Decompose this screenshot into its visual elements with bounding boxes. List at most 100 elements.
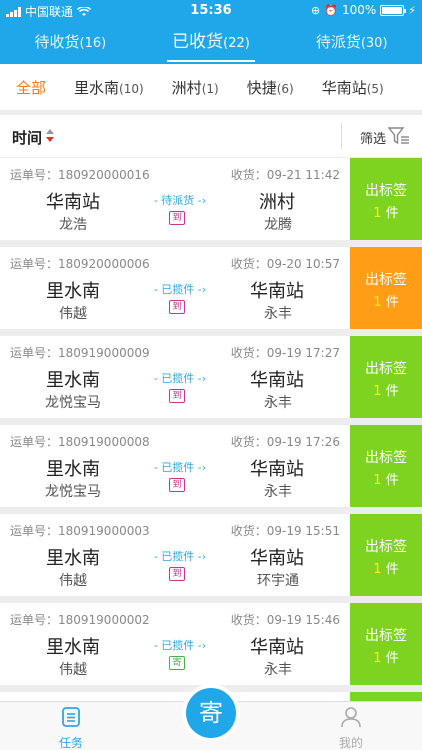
- receiver: 永丰: [264, 306, 292, 322]
- status-bar: 中国联通 15:36 ⊕ ⏰ 100% ⚡: [0, 0, 422, 22]
- sort-by-time-button[interactable]: 时间: [12, 127, 42, 148]
- destination-station: 华南站: [250, 548, 304, 569]
- print-label-text: 出标签: [365, 272, 407, 288]
- piece-count: 1 件: [373, 295, 399, 310]
- destination-station: 华南站: [250, 370, 304, 391]
- filter-all[interactable]: 全部: [16, 77, 46, 98]
- piece-count: 1 件: [373, 473, 399, 488]
- tab-pending-receive[interactable]: 待收货(16): [0, 22, 141, 64]
- origin-station: 里水南: [46, 370, 100, 391]
- battery-percent: 100%: [341, 3, 377, 17]
- tab-mine[interactable]: 我的: [326, 706, 376, 750]
- receive-time: 收货：09-21 11:42: [230, 168, 340, 182]
- sort-bar: 时间 筛选: [0, 115, 422, 157]
- filter-label: 全部: [16, 78, 47, 97]
- alarm-icon: ⏰: [324, 3, 338, 17]
- waybill-number: 运单号：180920000006: [10, 257, 150, 271]
- filter-count: (5): [366, 81, 384, 96]
- piece-count: 1 件: [373, 562, 399, 577]
- tab-label: 待收货: [34, 33, 80, 51]
- funnel-icon[interactable]: [388, 126, 410, 146]
- receiver: 永丰: [264, 395, 292, 411]
- user-icon: [341, 707, 361, 728]
- tab-count: (16): [79, 36, 107, 51]
- tab-label: 待派货: [315, 33, 361, 51]
- print-label-button[interactable]: 出标签 1 件: [350, 247, 422, 329]
- origin-station: 里水南: [46, 548, 100, 569]
- filter-button[interactable]: 筛选: [360, 128, 386, 147]
- task-list-icon: [62, 707, 80, 727]
- header: 中国联通 15:36 ⊕ ⏰ 100% ⚡ 待收货(16) 已收货(22) 待派…: [0, 0, 422, 64]
- tab-received[interactable]: 已收货(22): [141, 22, 282, 64]
- arrive-tag: 到: [169, 478, 185, 492]
- filter-lishuinan[interactable]: 里水南(10): [74, 77, 144, 98]
- station-filter-tabs: 全部 里水南(10) 洲村(1) 快捷(6) 华南站(5): [0, 64, 422, 110]
- arrive-tag: 到: [169, 567, 185, 581]
- waybill-number: 运单号：180919000003: [10, 524, 150, 538]
- print-label-button[interactable]: 出标签 1 件: [350, 336, 422, 418]
- divider: [341, 123, 342, 149]
- filter-count: (1): [201, 81, 219, 96]
- lock-rotation-icon: ⊕: [311, 3, 321, 17]
- receive-time: 收货：09-19 15:51: [230, 524, 340, 538]
- filter-kuaijie[interactable]: 快捷(6): [247, 77, 294, 98]
- battery-icon: [380, 4, 407, 16]
- sender: 伟越: [59, 662, 87, 678]
- waybill-card[interactable]: 运单号：180920000006 收货：09-20 10:57 里水南 伟越 -…: [0, 247, 422, 329]
- filter-count: (10): [119, 81, 144, 96]
- receiver: 龙腾: [264, 217, 292, 233]
- status-text: - 已揽件 -›: [153, 372, 207, 385]
- sort-arrows-icon[interactable]: [46, 129, 54, 143]
- print-label-button[interactable]: 出标签 1 件: [350, 425, 422, 507]
- waybill-card[interactable]: 运单号：180920000016 收货：09-21 11:42 华南站 龙浩 -…: [0, 158, 422, 240]
- tab-task-label: 任务: [58, 736, 83, 750]
- waybill-card[interactable]: 运单号：180919000003 收货：09-19 15:51 里水南 伟越 -…: [0, 514, 422, 596]
- waybill-card[interactable]: 运单号：180919000002 收货：09-19 15:46 里水南 伟越 -…: [0, 603, 422, 685]
- tab-task[interactable]: 任务: [46, 706, 96, 750]
- origin-station: 里水南: [46, 459, 100, 480]
- destination-station: 洲村: [259, 192, 295, 213]
- charging-icon: ⚡: [408, 3, 416, 17]
- print-label-text: 出标签: [365, 361, 407, 377]
- filter-huanan[interactable]: 华南站(5): [322, 77, 384, 98]
- tab-mine-label: 我的: [338, 736, 363, 750]
- filter-zhoucun[interactable]: 洲村(1): [172, 77, 219, 98]
- waybill-number: 运单号：180919000002: [10, 613, 150, 627]
- tab-pending-dispatch[interactable]: 待派货(30): [281, 22, 422, 64]
- status-text: - 待派货 -›: [153, 194, 207, 207]
- destination-station: 华南站: [250, 281, 304, 302]
- waybill-card[interactable]: 运单号：180919000009 收货：09-19 17:27 里水南 龙悦宝马…: [0, 336, 422, 418]
- sender: 龙浩: [59, 217, 87, 233]
- print-label-text: 出标签: [365, 183, 407, 199]
- destination-station: 华南站: [250, 637, 304, 658]
- sender: 龙悦宝马: [45, 484, 101, 500]
- arrive-tag: 到: [169, 300, 185, 314]
- tab-label: 已收货: [172, 32, 224, 52]
- waybill-number: 运单号：180919000009: [10, 346, 150, 360]
- sender: 伟越: [59, 573, 87, 589]
- receiver: 永丰: [264, 484, 292, 500]
- filter-label: 快捷: [246, 78, 277, 97]
- piece-count: 1 件: [373, 206, 399, 221]
- receiver: 环宇通: [257, 573, 299, 589]
- sender: 伟越: [59, 306, 87, 322]
- waybill-number: 运单号：180919000008: [10, 435, 150, 449]
- status-text: - 已揽件 -›: [153, 461, 207, 474]
- receive-time: 收货：09-19 17:27: [230, 346, 340, 360]
- print-label-button[interactable]: 出标签 1 件: [350, 603, 422, 685]
- arrive-tag: 到: [169, 211, 185, 225]
- tab-count: (22): [223, 36, 250, 51]
- print-label-button[interactable]: 出标签 1 件: [350, 158, 422, 240]
- waybill-card[interactable]: 运单号：180919000008 收货：09-19 17:26 里水南 龙悦宝马…: [0, 425, 422, 507]
- send-package-button[interactable]: 寄: [186, 688, 236, 738]
- send-tag: 寄: [169, 656, 185, 670]
- print-label-button[interactable]: 出标签 1 件: [350, 514, 422, 596]
- filter-label: 华南站: [321, 78, 367, 97]
- destination-station: 华南站: [250, 459, 304, 480]
- sender: 龙悦宝马: [45, 395, 101, 411]
- origin-station: 里水南: [46, 637, 100, 658]
- receiver: 永丰: [264, 662, 292, 678]
- waybill-number: 运单号：180920000016: [10, 168, 150, 182]
- status-text: - 已揽件 -›: [153, 639, 207, 652]
- piece-count: 1 件: [373, 384, 399, 399]
